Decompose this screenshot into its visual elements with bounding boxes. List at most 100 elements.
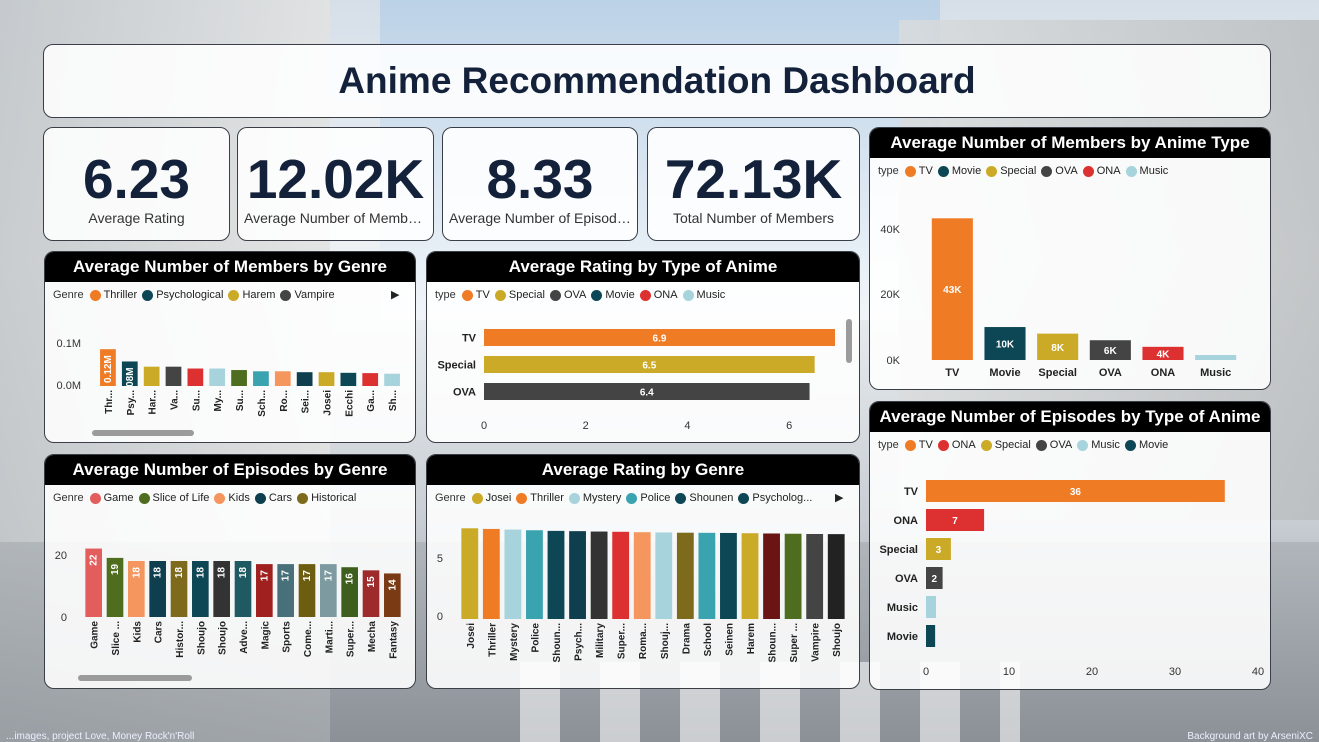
chart-episodes-by-genre[interactable]: Average Number of Episodes by Genre Genr… [44, 454, 416, 689]
x-tick-label: Super... [346, 621, 357, 657]
bar [504, 529, 522, 619]
bar [547, 530, 565, 619]
bar [763, 533, 780, 619]
x-tick-label: 0 [923, 666, 929, 678]
data-label: 6.9 [653, 334, 667, 345]
x-tick-label: Special [1038, 367, 1077, 379]
bar [318, 372, 335, 386]
data-label: 2 [932, 574, 938, 585]
x-tick-label: Harem [746, 623, 757, 654]
kpi-value: 72.13K [664, 148, 843, 210]
x-tick-label: 4 [684, 420, 690, 432]
bar [187, 368, 204, 386]
x-tick-label: Magic [260, 621, 271, 650]
x-tick-label: Seinen [724, 623, 735, 656]
x-tick-label: Adve... [239, 621, 250, 654]
kpi-average-members[interactable]: 12.02K Average Number of Members [237, 127, 434, 241]
data-label: 0.12M [103, 355, 114, 383]
y-tick-label: Special [879, 544, 918, 556]
x-tick-label: Come... [303, 621, 314, 657]
x-tick-label: Roma... [638, 623, 649, 659]
y-tick-label: Special [437, 360, 476, 372]
y-tick-label: OVA [453, 387, 476, 399]
chart-members-by-type[interactable]: Average Number of Members by Anime Type … [869, 127, 1271, 390]
data-label: 18 [217, 567, 228, 579]
x-tick-label: Sch... [257, 390, 268, 417]
x-tick-label: Mystery [509, 623, 520, 661]
data-label: 18 [174, 567, 185, 579]
chart-rating-by-type[interactable]: Average Rating by Type of Anime type TV Sp… [426, 251, 860, 443]
x-tick-label: Movie [989, 367, 1020, 379]
chart-plot: 40K 20K 0K 43K TV 10K Movie 8K Special 6K OVA 4K ONA… [880, 218, 1237, 379]
bar [827, 534, 845, 619]
bar [569, 531, 586, 619]
x-tick-label: Military [595, 623, 606, 658]
x-tick-label: 10 [1003, 666, 1015, 678]
x-tick-label: Sports [282, 621, 293, 653]
bar [362, 373, 379, 386]
chart-rating-by-genre[interactable]: Average Rating by Genre Genre Josei Thrill… [426, 454, 860, 689]
data-label: 17 [281, 570, 292, 582]
x-tick-label: 2 [583, 420, 589, 432]
bar [590, 531, 608, 619]
horizontal-scrollbar[interactable] [78, 675, 192, 681]
footer-right-credit: Background art by ArseniXC [1187, 731, 1313, 742]
bar [720, 532, 737, 619]
y-tick-label: 20 [55, 550, 67, 562]
data-label: 18 [131, 567, 142, 579]
page-title: Anime Recommendation Dashboard [338, 60, 976, 101]
bar [698, 532, 716, 619]
x-tick-label: Sh... [388, 390, 399, 411]
x-tick-label: My... [213, 390, 224, 412]
x-tick-label: Shoujo [218, 621, 229, 655]
bar [274, 371, 291, 386]
bar [296, 372, 313, 386]
x-tick-label: Shoun... [552, 623, 563, 663]
bar [784, 533, 802, 619]
x-tick-label: Histor... [175, 621, 186, 658]
chart-members-by-genre[interactable]: Average Number of Members by Genre Genre… [44, 251, 416, 443]
bar [926, 596, 936, 618]
x-tick-label: Marti... [324, 621, 335, 653]
data-label: 17 [323, 570, 334, 582]
dashboard-title-panel: Anime Recommendation Dashboard [43, 44, 1271, 118]
bar [612, 531, 630, 619]
x-tick-label: Sei... [301, 390, 312, 414]
kpi-average-episodes[interactable]: 8.33 Average Number of Episodes [442, 127, 638, 241]
x-tick-label: 30 [1169, 666, 1181, 678]
data-label: 18 [153, 567, 164, 579]
data-label: 18 [195, 567, 206, 579]
data-label: 14 [387, 579, 398, 591]
vertical-scrollbar[interactable] [846, 319, 852, 363]
horizontal-scrollbar[interactable] [92, 430, 194, 436]
bar [655, 532, 673, 619]
bar [482, 528, 500, 619]
data-label: 6.4 [640, 388, 654, 399]
x-tick-label: 20 [1086, 666, 1098, 678]
kpi-value: 6.23 [82, 148, 191, 210]
x-tick-label: Super... [617, 623, 628, 659]
data-label: 22 [89, 554, 100, 566]
x-tick-label: Psy... [126, 390, 137, 416]
chart-plot: 20 0 22 Game 19 Slice ... 18 Kids 18 Cars 18 Histor… [55, 548, 401, 659]
kpi-total-members[interactable]: 72.13K Total Number of Members [647, 127, 860, 241]
x-tick-label: School [703, 623, 714, 657]
kpi-label: Average Number of Members [244, 210, 428, 226]
chart-plot: 0.1M0.0M0.12MThr...0.08MPsy... Har... Va..… [57, 338, 400, 417]
chart-plot: TV 36 ONA 7 Special 3 OVA 2 Music Movie 0 10 20 30 40 [879, 480, 1264, 678]
data-label: 17 [259, 570, 270, 582]
kpi-average-rating[interactable]: 6.23 Average Rating [43, 127, 230, 241]
footer-left-credit: ...images, project Love, Money Rock'n'Ro… [6, 731, 195, 742]
y-tick-label: OVA [895, 573, 918, 585]
x-tick-label: Psych... [574, 623, 585, 661]
data-label: 19 [110, 563, 121, 575]
x-tick-label: Shoun... [768, 623, 779, 663]
y-tick-label: 5 [437, 553, 443, 565]
data-label: 3 [936, 545, 942, 556]
bar [143, 366, 160, 386]
x-tick-label: Mecha [367, 621, 378, 653]
y-tick-label: 20K [880, 289, 900, 301]
chart-episodes-by-type[interactable]: Average Number of Episodes by Type of An… [869, 401, 1271, 690]
x-tick-label: ONA [1151, 367, 1176, 379]
data-label: 4K [1157, 349, 1171, 360]
